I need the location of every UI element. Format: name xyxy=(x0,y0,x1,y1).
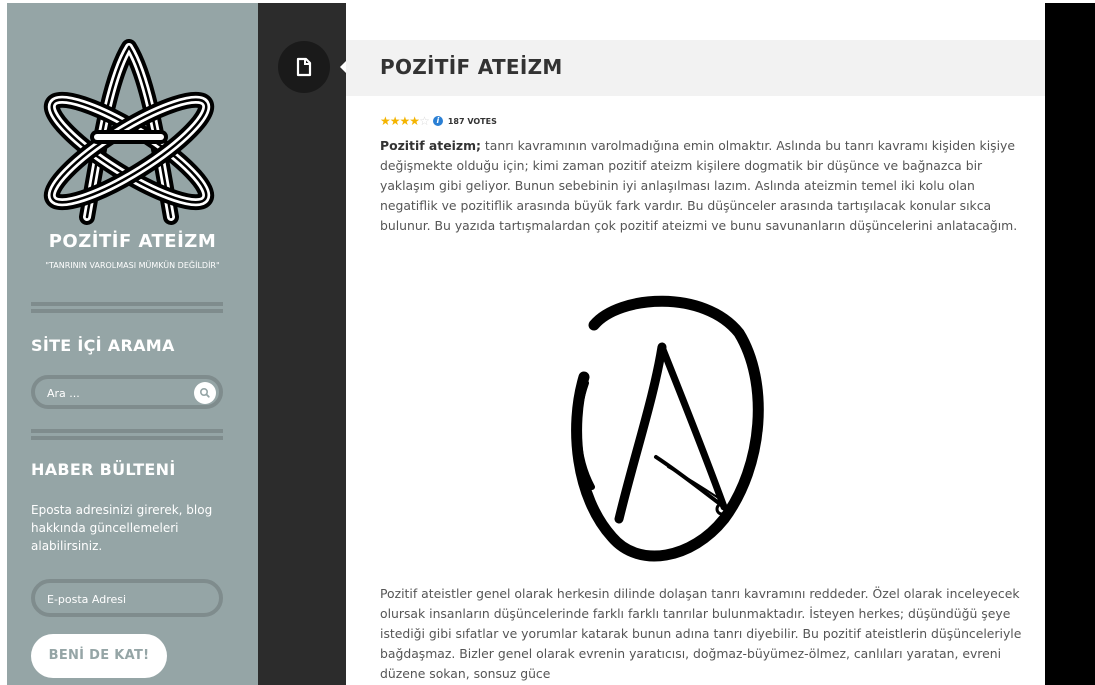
search-button[interactable] xyxy=(194,382,216,404)
site-logo-icon[interactable] xyxy=(29,39,229,229)
email-field[interactable]: E-posta Adresi xyxy=(31,579,223,617)
atheist-a-symbol-icon xyxy=(571,295,764,562)
star-empty-icon[interactable]: ☆ xyxy=(419,115,430,127)
search-placeholder: Ara ... xyxy=(47,387,80,400)
newsletter-description: Eposta adresinizi girerek, blog hakkında… xyxy=(31,503,213,553)
post-content: POZİTİF ATEİZM ★ ★ ★ ★ ☆ i 187 VOTES Poz… xyxy=(346,3,1045,685)
second-paragraph: Pozitif ateistler genel olarak herkesin … xyxy=(380,586,1022,681)
site-tagline: "TANRININ VAROLMASI MÜMKÜN DEĞİLDİR" xyxy=(45,261,220,270)
search-input[interactable]: Ara ... xyxy=(31,375,223,409)
newsletter-widget-title: HABER BÜLTENİ xyxy=(31,460,176,479)
search-widget-title: SİTE İÇİ ARAMA xyxy=(31,336,175,355)
post-title[interactable]: POZİTİF ATEİZM xyxy=(380,55,563,79)
intro-bold: Pozitif ateizm; xyxy=(380,138,481,153)
intro-paragraph: Pozitif ateizm; tanrı kavramının varolma… xyxy=(380,136,1028,236)
post-format-strip xyxy=(258,3,346,685)
star-rating[interactable]: ★ ★ ★ ★ ☆ i 187 VOTES xyxy=(380,115,497,127)
email-placeholder: E-posta Adresi xyxy=(47,593,127,606)
vote-count: 187 VOTES xyxy=(447,116,497,126)
divider xyxy=(31,429,223,440)
document-icon xyxy=(296,57,312,77)
right-edge xyxy=(1045,3,1095,685)
site-title[interactable]: POZİTİF ATEİZM xyxy=(7,231,258,252)
post-format-badge[interactable] xyxy=(278,41,330,93)
info-icon[interactable]: i xyxy=(432,116,443,126)
subscribe-button[interactable]: BENİ DE KAT! xyxy=(31,634,167,678)
search-icon xyxy=(200,388,210,398)
divider xyxy=(31,302,223,313)
sidebar: POZİTİF ATEİZM "TANRININ VAROLMASI MÜMKÜ… xyxy=(7,3,258,685)
